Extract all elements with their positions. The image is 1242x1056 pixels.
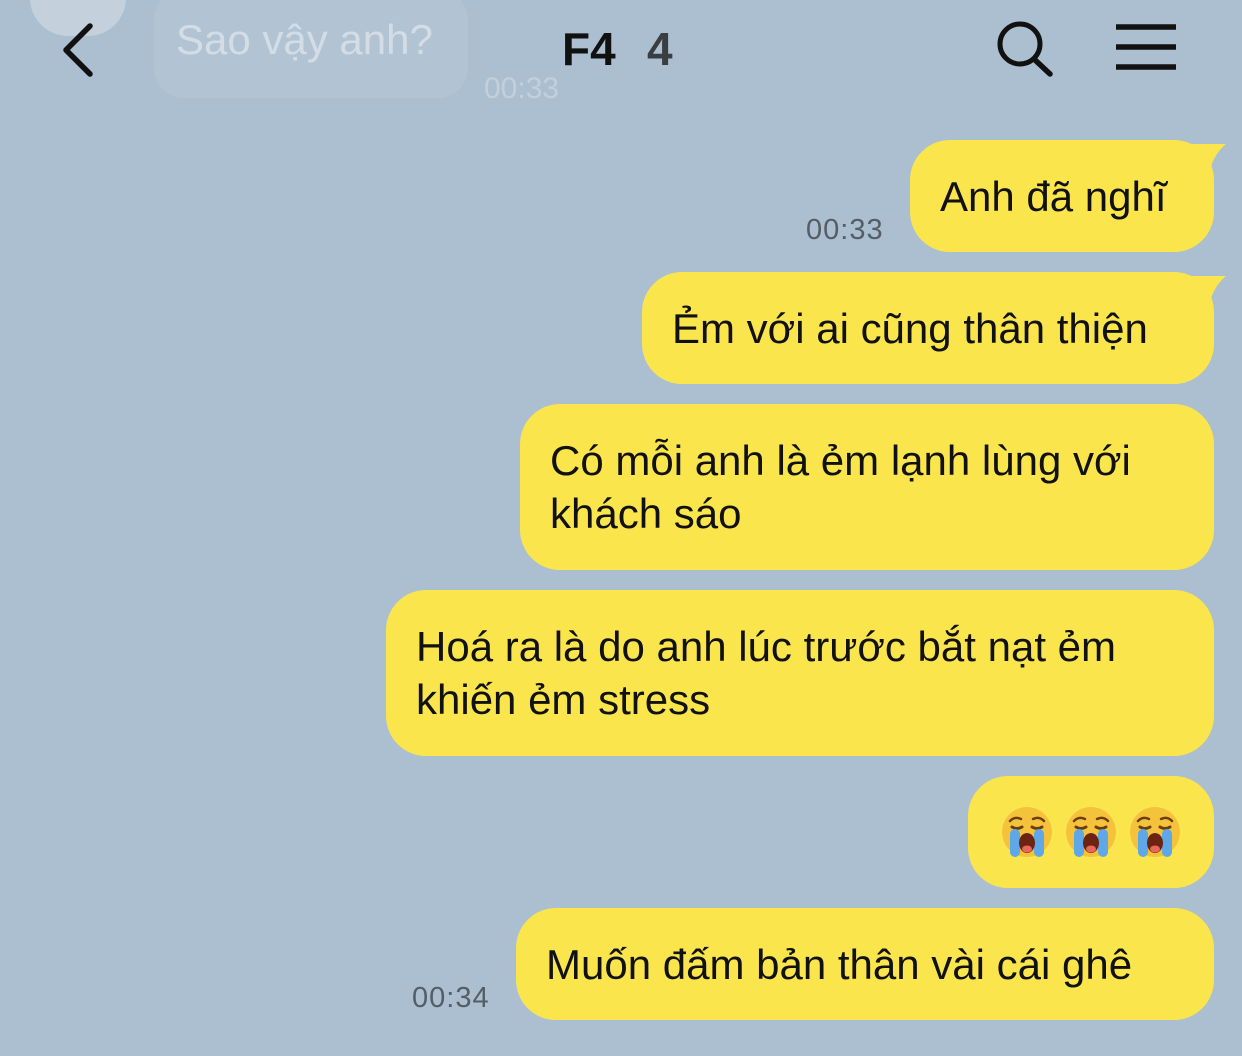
loudly-crying-face-icon xyxy=(1066,807,1116,857)
loudly-crying-face-icon xyxy=(1130,807,1180,857)
previous-message-text: Sao vậy anh? xyxy=(176,16,433,63)
message-bubble[interactable]: Anh đã nghĩ xyxy=(910,140,1226,252)
message-time: 00:33 xyxy=(806,214,884,246)
previous-message-time: 00:33 xyxy=(484,72,560,105)
chat-title: F4 xyxy=(562,23,616,75)
bubble-tail xyxy=(1192,276,1226,302)
search-button[interactable] xyxy=(994,18,1056,78)
member-count: 4 xyxy=(647,23,673,75)
message-text: Hoá ra là do anh lúc trước bắt nạt ẻm kh… xyxy=(416,623,1117,723)
message-bubble[interactable]: Có mỗi anh là ẻm lạnh lùng với khách sáo xyxy=(520,404,1214,570)
menu-button[interactable] xyxy=(1112,22,1180,74)
hamburger-menu-icon xyxy=(1116,24,1176,70)
message-text: Muốn đấm bản thân vài cái ghê xyxy=(546,940,1133,988)
loudly-crying-face-icon xyxy=(1002,807,1052,857)
message-bubble[interactable]: Ẻm với ai cũng thân thiện xyxy=(642,272,1226,384)
chevron-left-icon xyxy=(63,23,93,77)
search-icon xyxy=(997,21,1053,77)
message-text: Anh đã nghĩ xyxy=(940,172,1167,220)
message-text: Có mỗi anh là ẻm lạnh lùng với khách sáo xyxy=(550,437,1131,537)
message-bubble[interactable]: Hoá ra là do anh lúc trước bắt nạt ẻm kh… xyxy=(386,590,1214,756)
bubble-tail xyxy=(1192,144,1226,170)
message-text: Ẻm với ai cũng thân thiện xyxy=(672,304,1148,352)
message-time: 00:34 xyxy=(412,982,490,1014)
emoji-message-bubble[interactable] xyxy=(968,776,1214,888)
back-button[interactable] xyxy=(56,20,104,80)
message-bubble[interactable]: Muốn đấm bản thân vài cái ghê xyxy=(516,908,1214,1020)
